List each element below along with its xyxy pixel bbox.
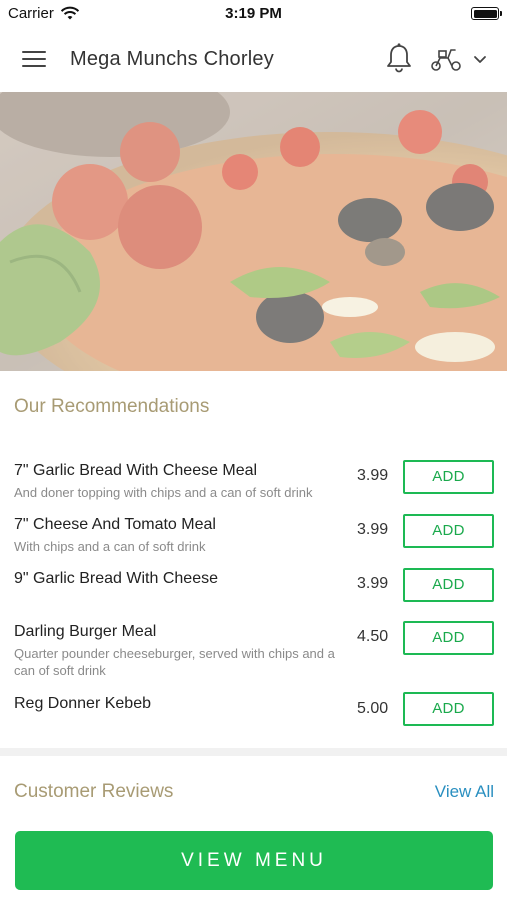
item-name: 9" Garlic Bread With Cheese <box>14 570 218 587</box>
item-price: 3.99 <box>357 521 389 538</box>
item-description: With chips and a can of soft drink <box>14 539 206 554</box>
item-name: 7" Cheese And Tomato Meal <box>14 516 216 533</box>
item-description: Quarter pounder cheeseburger, served wit… <box>14 646 335 678</box>
menu-icon[interactable] <box>22 48 48 70</box>
chevron-down-icon[interactable] <box>472 53 488 65</box>
item-name: Reg Donner Kebeb <box>14 695 151 712</box>
add-button[interactable]: ADD <box>403 460 494 494</box>
item-description: And doner topping with chips and a can o… <box>14 485 313 500</box>
hero-pizza-image <box>0 92 507 371</box>
add-button[interactable]: ADD <box>403 692 494 726</box>
battery-icon <box>471 7 502 20</box>
recommendations-heading: Our Recommendations <box>14 396 210 417</box>
item-price: 5.00 <box>357 700 389 717</box>
view-menu-button[interactable]: VIEW MENU <box>15 831 493 890</box>
view-all-reviews-link[interactable]: View All <box>435 782 494 802</box>
item-price: 4.50 <box>357 628 389 645</box>
app-header: Mega Munchs Chorley <box>0 28 507 92</box>
restaurant-title: Mega Munchs Chorley <box>70 48 274 70</box>
reviews-heading: Customer Reviews <box>14 781 174 802</box>
item-name: Darling Burger Meal <box>14 623 157 640</box>
clock: 3:19 PM <box>225 5 282 22</box>
section-divider <box>0 748 507 756</box>
add-button[interactable]: ADD <box>403 621 494 655</box>
add-button[interactable]: ADD <box>403 568 494 602</box>
item-name: 7" Garlic Bread With Cheese Meal <box>14 462 258 479</box>
status-bar: Carrier 3:19 PM <box>0 0 507 28</box>
scooter-icon[interactable] <box>430 46 462 72</box>
item-price: 3.99 <box>357 575 389 592</box>
add-button[interactable]: ADD <box>403 514 494 548</box>
bell-icon[interactable] <box>384 42 414 74</box>
item-price: 3.99 <box>357 467 389 484</box>
